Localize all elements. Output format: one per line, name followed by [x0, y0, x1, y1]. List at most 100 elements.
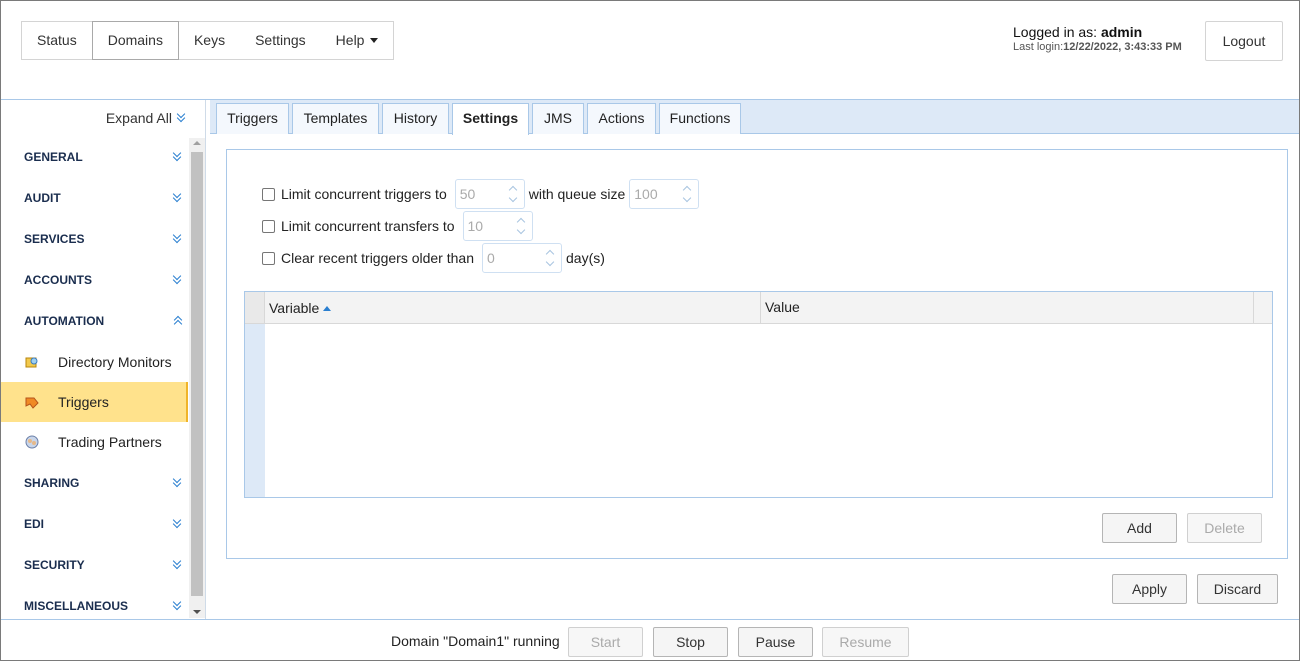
delete-button[interactable]: Delete: [1187, 513, 1262, 543]
limit-transfers-label: Limit concurrent transfers to: [281, 218, 455, 234]
caret-down-icon: [370, 38, 379, 43]
sort-ascending-icon: [323, 306, 332, 311]
trigger-icon: [25, 397, 39, 409]
spin-down-icon[interactable]: [683, 193, 692, 203]
section-accounts[interactable]: ACCOUNTS: [24, 270, 189, 290]
tab-actions[interactable]: Actions: [587, 103, 656, 134]
section-services[interactable]: SERVICES: [24, 229, 189, 249]
spin-down-icon[interactable]: [508, 193, 517, 203]
section-miscellaneous[interactable]: MISCELLANEOUS: [24, 596, 189, 616]
sidebar-item-trading-partners[interactable]: Trading Partners: [1, 422, 188, 462]
days-label: day(s): [566, 250, 605, 266]
limit-triggers-value: 50: [459, 186, 476, 202]
clear-recent-row: Clear recent triggers older than 0 day(s…: [262, 243, 605, 273]
settings-panel: Limit concurrent triggers to 50 with que…: [226, 149, 1288, 559]
sidebar-item-label: Trading Partners: [58, 434, 162, 450]
section-security[interactable]: SECURITY: [24, 555, 189, 575]
section-services-label: SERVICES: [24, 232, 85, 246]
pause-button[interactable]: Pause: [738, 627, 813, 657]
nav-keys[interactable]: Keys: [179, 22, 240, 59]
tab-templates[interactable]: Templates: [292, 103, 379, 134]
double-chevron-down-icon: [173, 275, 183, 285]
sidebar: Expand All GENERAL AUDIT SERVICES ACCOUN…: [1, 100, 206, 619]
column-divider: [1253, 292, 1254, 323]
sidebar-item-label: Directory Monitors: [58, 354, 172, 370]
limit-triggers-checkbox[interactable]: [262, 187, 275, 201]
section-audit[interactable]: AUDIT: [24, 188, 189, 208]
scroll-up-icon[interactable]: [193, 141, 201, 145]
add-button[interactable]: Add: [1102, 513, 1177, 543]
section-general[interactable]: GENERAL: [24, 147, 189, 167]
sidebar-scrollbar[interactable]: [189, 138, 205, 618]
column-header-value[interactable]: Value: [760, 292, 800, 323]
nav-settings[interactable]: Settings: [240, 22, 321, 59]
double-chevron-down-icon: [173, 519, 183, 529]
section-edi[interactable]: EDI: [24, 514, 189, 534]
nav-domains[interactable]: Domains: [91, 21, 179, 60]
expand-all-label: Expand All: [105, 110, 172, 126]
start-button[interactable]: Start: [568, 627, 643, 657]
domain-status-text: Domain "Domain1" running: [391, 633, 560, 649]
tab-triggers[interactable]: Triggers: [216, 103, 289, 134]
section-sharing[interactable]: SHARING: [24, 473, 189, 493]
sidebar-item-directory-monitors[interactable]: Directory Monitors: [1, 342, 188, 382]
nav-help[interactable]: Help: [321, 22, 394, 59]
limit-transfers-row: Limit concurrent transfers to 10: [262, 211, 533, 241]
section-miscellaneous-label: MISCELLANEOUS: [24, 599, 129, 613]
spin-up-icon[interactable]: [683, 185, 692, 195]
tab-functions[interactable]: Functions: [659, 103, 741, 134]
queue-size-spinner[interactable]: 100: [629, 179, 700, 209]
clear-recent-value: 0: [487, 250, 495, 266]
sidebar-item-triggers[interactable]: Triggers: [1, 382, 188, 422]
limit-triggers-row: Limit concurrent triggers to 50 with que…: [262, 179, 700, 209]
clear-recent-label: Clear recent triggers older than: [281, 250, 474, 266]
limit-transfers-spinner[interactable]: 10: [462, 211, 533, 241]
double-chevron-down-icon: [177, 113, 187, 123]
login-info: Logged in as: admin Last login:12/22/202…: [1013, 25, 1182, 55]
directory-monitor-icon: [25, 357, 38, 368]
footer-divider: [1, 619, 1299, 620]
double-chevron-up-icon: [173, 316, 183, 326]
column-header-variable[interactable]: Variable: [269, 300, 332, 316]
section-edi-label: EDI: [24, 517, 45, 531]
spin-down-icon[interactable]: [516, 225, 525, 235]
scroll-down-icon[interactable]: [193, 610, 201, 614]
tab-settings[interactable]: Settings: [452, 103, 529, 135]
resume-button[interactable]: Resume: [822, 627, 909, 657]
logged-in-line: Logged in as: admin: [1013, 25, 1182, 40]
section-sharing-label: SHARING: [24, 476, 80, 490]
section-security-label: SECURITY: [24, 558, 85, 572]
nav-help-label: Help: [335, 32, 365, 48]
sidebar-item-label: Triggers: [58, 394, 109, 410]
limit-triggers-spinner[interactable]: 50: [454, 179, 525, 209]
limit-triggers-label: Limit concurrent triggers to: [281, 186, 447, 202]
double-chevron-down-icon: [173, 234, 183, 244]
top-nav: Status Domains Keys Settings Help: [21, 21, 395, 60]
last-login-prefix: Last login:: [1013, 41, 1064, 53]
clear-recent-spinner[interactable]: 0: [482, 243, 562, 273]
discard-button[interactable]: Discard: [1197, 574, 1278, 604]
double-chevron-down-icon: [173, 560, 183, 570]
table-header: Variable Value: [245, 292, 1272, 324]
expand-all-button[interactable]: Expand All: [106, 110, 187, 126]
nav-status[interactable]: Status: [22, 22, 92, 59]
tab-bar: Triggers Templates History Settings JMS …: [210, 100, 1299, 135]
last-login-time: 12/22/2022, 3:43:33 PM: [1063, 41, 1182, 53]
section-accounts-label: ACCOUNTS: [24, 273, 92, 287]
section-audit-label: AUDIT: [24, 191, 61, 205]
stop-button[interactable]: Stop: [653, 627, 728, 657]
queue-size-label: with queue size: [528, 186, 626, 202]
last-login-line: Last login:12/22/2022, 3:43:33 PM: [1013, 40, 1182, 55]
limit-transfers-checkbox[interactable]: [262, 219, 275, 233]
clear-recent-checkbox[interactable]: [262, 251, 275, 265]
tab-jms[interactable]: JMS: [532, 103, 584, 134]
section-automation[interactable]: AUTOMATION: [24, 311, 189, 331]
header-corner: [245, 292, 265, 323]
double-chevron-down-icon: [173, 478, 183, 488]
app-window: Status Domains Keys Settings Help Logged…: [0, 0, 1300, 661]
spin-down-icon[interactable]: [545, 257, 555, 267]
tab-history[interactable]: History: [382, 103, 449, 134]
scrollbar-thumb[interactable]: [191, 152, 203, 596]
apply-button[interactable]: Apply: [1112, 574, 1187, 604]
logout-button[interactable]: Logout: [1205, 21, 1283, 61]
